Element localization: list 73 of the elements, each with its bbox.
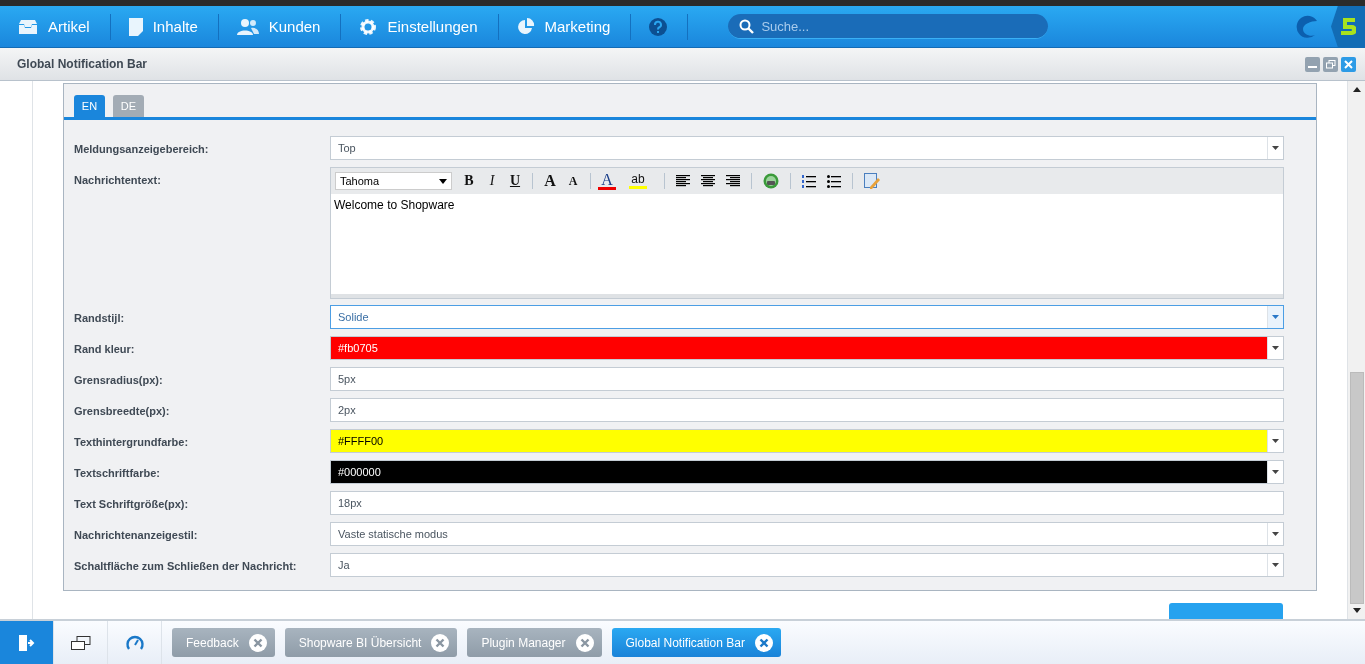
close-icon xyxy=(431,633,450,652)
color-field[interactable]: #FFFF00 xyxy=(330,429,1284,453)
users-icon xyxy=(236,18,259,35)
text-field[interactable]: 5px xyxy=(330,367,1284,391)
field-label: Textschriftfarbe: xyxy=(73,466,161,479)
color-field[interactable]: #fb0705 xyxy=(330,336,1284,360)
inbox-icon xyxy=(18,18,38,35)
field-label: Schaltfläche zum Schließen der Nachricht: xyxy=(73,559,298,572)
restore-button[interactable] xyxy=(1323,56,1338,72)
exit-door-icon xyxy=(17,633,36,652)
logout-button[interactable] xyxy=(0,621,54,664)
field-label: Randstijl: xyxy=(73,311,126,324)
align-center-icon[interactable] xyxy=(701,175,715,187)
highlight-button[interactable]: ab xyxy=(629,173,647,189)
field-label: Meldungsanzeigebereich: xyxy=(73,142,210,155)
dropdown-arrow-icon xyxy=(1272,470,1279,474)
dropdown-field[interactable]: Vaste statische modus xyxy=(330,522,1284,546)
dropdown-arrow-icon xyxy=(1272,563,1279,567)
close-icon xyxy=(248,633,267,652)
gauge-icon xyxy=(125,634,144,651)
bullet-list-icon[interactable] xyxy=(827,174,841,188)
dropdown-arrow-icon xyxy=(1272,439,1279,443)
field-label: Grensbreedte(px): xyxy=(73,404,171,417)
pie-chart-icon xyxy=(516,17,535,36)
scrollbar[interactable] xyxy=(1348,81,1365,619)
close-icon xyxy=(754,633,773,652)
help-icon xyxy=(649,17,668,36)
field-label: Nachrichtenanzeigestil: xyxy=(73,528,199,541)
edit-source-icon[interactable] xyxy=(864,173,880,189)
window-title: Global Notification Bar xyxy=(17,57,147,71)
increase-font-button[interactable]: A xyxy=(540,172,560,190)
caret-icon xyxy=(439,178,447,184)
windows-icon xyxy=(70,635,91,650)
field-label: Rand kleur: xyxy=(73,342,136,355)
numbered-list-icon[interactable] xyxy=(802,174,816,188)
five-icon xyxy=(1340,16,1356,37)
font-color-button[interactable]: A xyxy=(598,172,616,190)
field-label: Nachrichtentext: xyxy=(73,173,162,186)
search-field[interactable]: Suche... xyxy=(728,14,1049,39)
color-field[interactable]: #000000 xyxy=(330,460,1284,484)
document-icon xyxy=(128,17,143,36)
field-label: Texthintergrundfarbe: xyxy=(73,435,190,448)
underline-button[interactable]: U xyxy=(505,173,525,189)
align-left-icon[interactable] xyxy=(676,175,690,187)
settings-icon xyxy=(359,17,378,36)
close-icon xyxy=(575,633,594,652)
align-right-icon[interactable] xyxy=(726,175,740,187)
editor-text: Welcome to Shopware xyxy=(334,198,455,212)
dropdown-field[interactable]: Top xyxy=(330,136,1284,160)
font-select[interactable]: Tahoma xyxy=(335,172,452,190)
search-icon xyxy=(739,19,755,34)
dropdown-field[interactable]: Ja xyxy=(330,553,1284,577)
dropdown-arrow-icon xyxy=(1272,532,1279,536)
dropdown-arrow-icon xyxy=(1272,315,1279,319)
minimize-icon xyxy=(1308,66,1317,68)
minimize-button[interactable] xyxy=(1305,56,1320,72)
close-icon xyxy=(1344,59,1353,69)
scroll-up-icon[interactable] xyxy=(1352,87,1361,92)
close-button[interactable] xyxy=(1341,56,1356,72)
text-field[interactable]: 18px xyxy=(330,491,1284,515)
field-label: Text Schriftgröße(px): xyxy=(73,497,190,510)
scroll-down-icon[interactable] xyxy=(1352,608,1361,613)
field-label: Grensradius(px): xyxy=(73,373,164,386)
dropdown-arrow-icon xyxy=(1272,346,1279,350)
restore-icon xyxy=(1325,59,1336,69)
language-tab[interactable]: EN xyxy=(74,95,105,117)
dropdown-arrow-icon xyxy=(1272,146,1279,150)
bold-button[interactable]: B xyxy=(459,173,479,189)
text-field[interactable]: 2px xyxy=(330,398,1284,422)
italic-button[interactable]: I xyxy=(482,173,502,189)
decrease-font-button[interactable]: A xyxy=(563,173,583,189)
globe-link-icon[interactable] xyxy=(763,173,779,189)
dropdown-field[interactable]: Solide xyxy=(330,305,1284,329)
